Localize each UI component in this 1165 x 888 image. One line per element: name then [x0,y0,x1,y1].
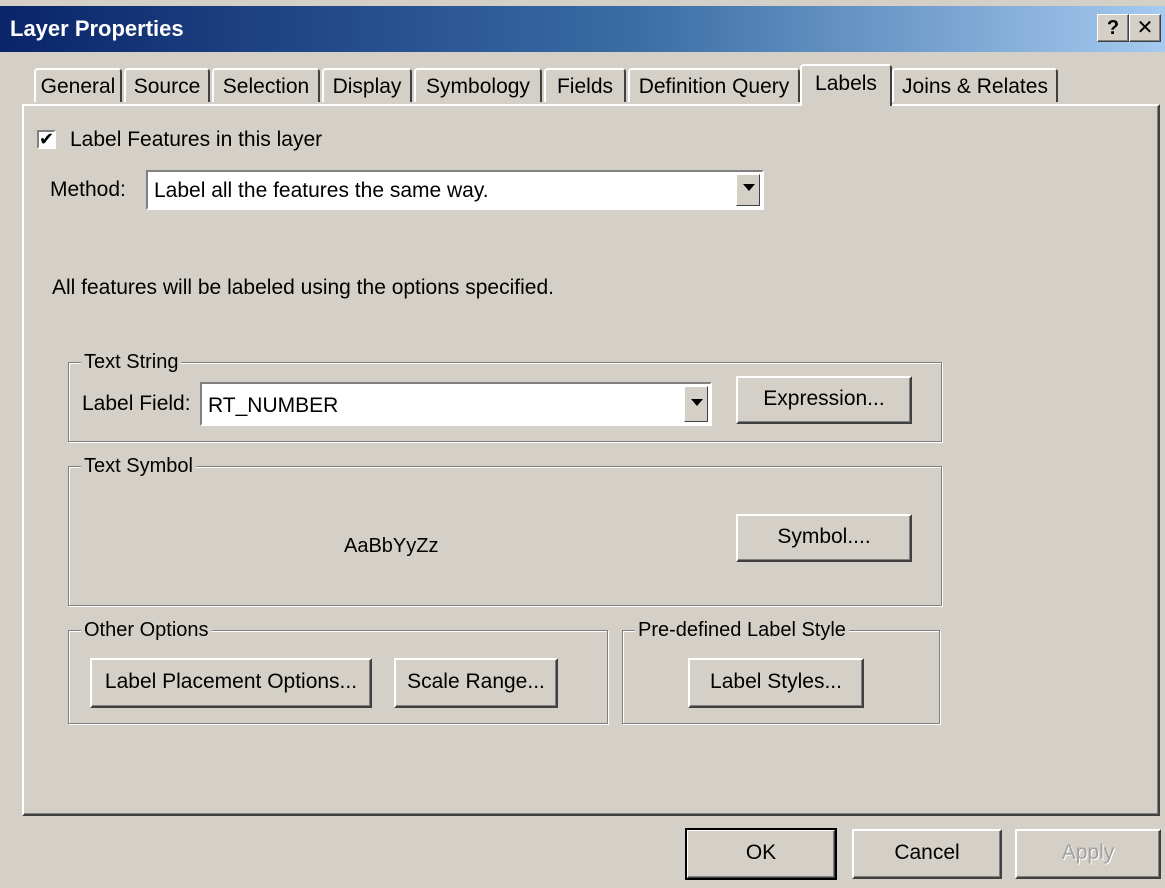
tab-display[interactable]: Display [322,68,412,102]
close-button[interactable]: ✕ [1129,14,1161,42]
tab-joins-relates[interactable]: Joins & Relates [892,68,1058,102]
cancel-button[interactable]: Cancel [852,829,1002,879]
tab-source[interactable]: Source [124,68,210,102]
method-label: Method: [50,178,126,201]
method-dropdown[interactable]: Label all the features the same way. [146,170,764,210]
label-field-dropdown[interactable]: RT_NUMBER [200,382,712,426]
tab-symbology[interactable]: Symbology [414,68,542,102]
tab-fields[interactable]: Fields [544,68,626,102]
apply-button[interactable]: Apply [1015,829,1161,879]
label-field-label: Label Field: [82,392,191,415]
tab-selection[interactable]: Selection [212,68,320,102]
tab-labels[interactable]: Labels [800,64,892,106]
label-features-checkbox[interactable]: ✔ [37,130,56,149]
symbol-button[interactable]: Symbol.... [736,514,912,562]
other-options-title: Other Options [81,617,212,643]
tab-general[interactable]: General [34,68,122,102]
help-button[interactable]: ? [1097,14,1129,42]
dropdown-arrow-button[interactable] [736,174,760,206]
label-placement-options-button[interactable]: Label Placement Options... [90,658,372,708]
expression-button[interactable]: Expression... [736,376,912,424]
description-text: All features will be labeled using the o… [52,276,554,299]
label-styles-button[interactable]: Label Styles... [688,658,864,708]
method-value: Label all the features the same way. [154,179,489,202]
label-features-label: Label Features in this layer [70,128,323,151]
text-string-title: Text String [81,349,182,375]
layer-properties-dialog: Layer Properties ? ✕ General Source Sele… [0,0,1165,888]
tab-definition-query[interactable]: Definition Query [628,68,800,102]
chevron-down-icon [691,399,703,406]
text-symbol-title: Text Symbol [81,453,196,479]
dropdown-arrow-button[interactable] [684,386,708,422]
chevron-down-icon [743,184,755,191]
checkmark-icon: ✔ [39,129,55,149]
help-icon: ? [1106,17,1120,39]
symbol-preview: AaBbYyZz [344,535,439,557]
ok-button[interactable]: OK [685,828,837,880]
scale-range-button[interactable]: Scale Range... [394,658,558,708]
window-title: Layer Properties [10,16,184,41]
predefined-label-style-title: Pre-defined Label Style [635,617,849,643]
label-field-value: RT_NUMBER [208,394,339,417]
title-bar[interactable]: Layer Properties ? ✕ [0,6,1165,52]
close-icon: ✕ [1136,17,1154,39]
